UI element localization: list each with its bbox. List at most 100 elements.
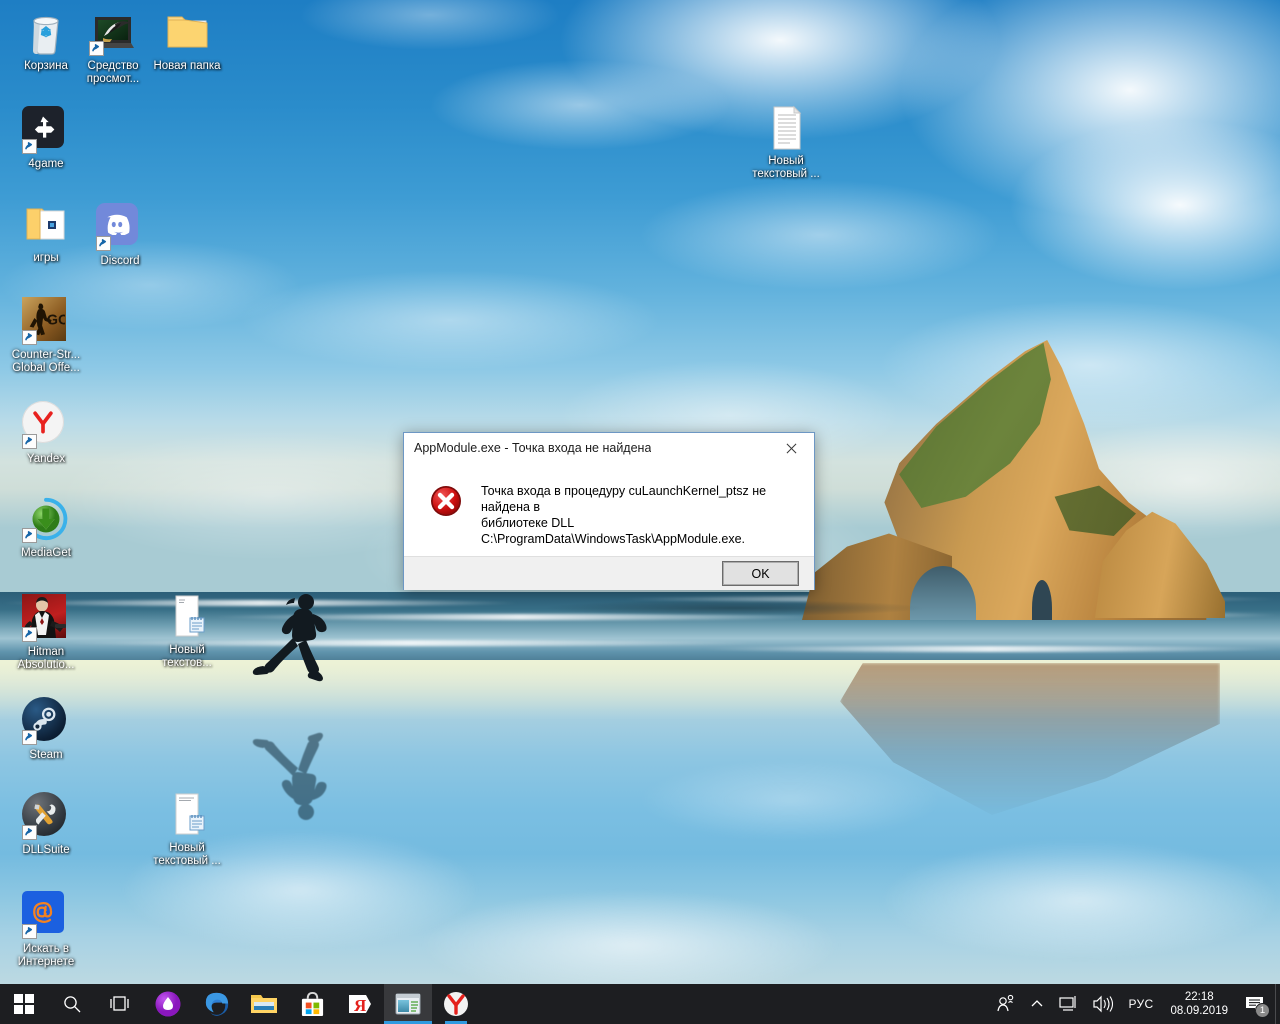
search-icon <box>64 996 81 1013</box>
yandex-button[interactable]: Я <box>336 984 384 1024</box>
notification-count-badge: 1 <box>1255 1003 1270 1018</box>
language-indicator[interactable]: РУС <box>1120 984 1163 1024</box>
clock-date: 08.09.2019 <box>1170 1005 1228 1017</box>
desktop-icon-text-document-2[interactable]: Новый текстовый ... <box>149 790 225 868</box>
desktop-icon-discord[interactable]: Discord <box>82 200 158 268</box>
shortcut-arrow-icon <box>22 627 37 642</box>
dialog-message: Точка входа в процедуру cuLaunchKernel_p… <box>481 483 798 556</box>
at-sign-icon <box>22 891 70 939</box>
shortcut-arrow-icon <box>22 825 37 840</box>
folder-icon <box>251 995 277 1013</box>
close-icon[interactable] <box>769 434 814 463</box>
photo-viewer-icon <box>89 8 137 56</box>
steam-icon <box>22 697 70 745</box>
shortcut-arrow-icon <box>22 330 37 345</box>
search-button[interactable] <box>48 984 96 1024</box>
task-view-icon <box>110 996 129 1011</box>
desktop-icon-label: 4game <box>28 158 64 170</box>
folder-icon <box>163 8 211 56</box>
recycle-bin-icon <box>22 8 70 56</box>
edge-icon <box>205 992 228 1016</box>
file-explorer-button[interactable] <box>240 984 288 1024</box>
desktop-icon-label: DLLSuite <box>22 844 70 856</box>
chevron-up-icon <box>1031 1000 1042 1007</box>
meet-now-icon <box>996 994 1013 1012</box>
close-x-glyph <box>786 443 797 453</box>
cloud-reflection <box>640 760 940 840</box>
desktop-icon-label: Hitman Absolutio... <box>17 646 75 671</box>
shortcut-arrow-icon <box>22 730 37 745</box>
action-center-button[interactable]: 1 <box>1239 984 1275 1024</box>
desktop[interactable]: Корзина Средство просмот... Новая папка … <box>0 0 1280 1024</box>
taskbar[interactable]: Я РУС 22:18 08.09.2019 1 <box>0 984 1280 1024</box>
4game-icon <box>22 106 70 154</box>
clock-time: 22:18 <box>1184 991 1214 1003</box>
desktop-icon-text-document-1[interactable]: Новый текстов... <box>149 592 225 670</box>
desktop-icon-mediaget[interactable]: MediaGet <box>8 495 84 560</box>
shortcut-arrow-icon <box>89 41 104 56</box>
error-icon <box>431 486 461 516</box>
desktop-icon-label: Discord <box>100 255 140 267</box>
desktop-icon-yandex-browser[interactable]: Yandex <box>8 398 84 466</box>
dialog-titlebar[interactable]: AppModule.exe - Точка входа не найдена <box>404 433 814 463</box>
text-document-lined-icon <box>762 103 810 151</box>
microsoft-store-button[interactable] <box>288 984 336 1024</box>
edge-button[interactable] <box>192 984 240 1024</box>
show-desktop-button[interactable] <box>1275 984 1280 1024</box>
task-view-button[interactable] <box>96 984 144 1024</box>
ok-button[interactable]: OK <box>722 561 799 586</box>
shortcut-arrow-icon <box>96 236 111 251</box>
appmodule-window-button[interactable] <box>384 984 432 1024</box>
shortcut-arrow-icon <box>22 924 37 939</box>
clock[interactable]: 22:18 08.09.2019 <box>1162 984 1239 1024</box>
shortcut-arrow-icon <box>22 139 37 154</box>
runner-reflection <box>252 732 327 820</box>
network-icon <box>1058 996 1076 1011</box>
dialog-footer: OK <box>404 556 814 590</box>
system-tray[interactable]: РУС 22:18 08.09.2019 1 <box>989 984 1280 1024</box>
svg-text:Я: Я <box>354 996 366 1015</box>
desktop-icon-text-document-3[interactable]: Новый текстовый ... <box>748 103 824 181</box>
desktop-icon-hitman-absolution[interactable]: Hitman Absolutio... <box>8 592 84 672</box>
surf-line <box>700 646 1280 652</box>
desktop-icon-label: Counter-Str... Global Offe... <box>11 349 81 374</box>
entry-point-not-found-dialog[interactable]: AppModule.exe - Точка входа не найдена Т… <box>403 432 815 590</box>
shortcut-arrow-icon <box>22 434 37 449</box>
folder-open-icon <box>22 200 70 248</box>
dialog-title: AppModule.exe - Точка входа не найдена <box>414 441 652 455</box>
desktop-icon-recycle-bin[interactable]: Корзина <box>8 8 84 73</box>
desktop-icon-label: Новый текстовый ... <box>752 155 820 180</box>
desktop-icon-label: Новый текстовый ... <box>153 842 221 867</box>
desktop-icon-label: игры <box>33 252 59 264</box>
text-document-icon <box>163 790 211 838</box>
network-button[interactable] <box>1051 984 1085 1024</box>
desktop-icon-photo-viewer[interactable]: Средство просмот... <box>75 8 151 86</box>
discord-icon <box>96 203 144 251</box>
desktop-icon-games-folder[interactable]: игры <box>8 200 84 265</box>
desktop-icon-label: Искать в Интернете <box>17 943 75 968</box>
volume-button[interactable] <box>1085 984 1120 1024</box>
desktop-icon-label: Steam <box>29 749 63 761</box>
desktop-icon-new-folder[interactable]: Новая папка <box>149 8 225 73</box>
csgo-icon: GO <box>22 297 70 345</box>
start-button[interactable] <box>0 984 48 1024</box>
taskbar-empty-area[interactable] <box>480 984 989 1024</box>
alice-assistant-button[interactable] <box>144 984 192 1024</box>
desktop-icon-steam[interactable]: Steam <box>8 695 84 762</box>
yandex-browser-button[interactable] <box>432 984 480 1024</box>
volume-icon <box>1092 995 1113 1013</box>
show-hidden-icons-button[interactable] <box>1023 984 1051 1024</box>
yandex-icon <box>22 401 70 449</box>
meet-now-button[interactable] <box>989 984 1023 1024</box>
desktop-icon-dll-suite[interactable]: DLLSuite <box>8 790 84 857</box>
windows-logo-icon <box>13 993 35 1015</box>
dialog-body: Точка входа в процедуру cuLaunchKernel_p… <box>404 463 814 556</box>
desktop-icon-4game[interactable]: 4game <box>8 103 84 171</box>
desktop-icon-label: Yandex <box>26 453 66 465</box>
dll-suite-icon <box>22 792 70 840</box>
desktop-icon-search-internet[interactable]: Искать в Интернете <box>8 888 84 969</box>
desktop-icon-counter-strike-go[interactable]: GO Counter-Str... Global Offe... <box>8 295 84 375</box>
desktop-icon-label: Средство просмот... <box>86 60 140 85</box>
svg-text:GO: GO <box>47 313 65 329</box>
rock-shadow <box>545 600 925 616</box>
